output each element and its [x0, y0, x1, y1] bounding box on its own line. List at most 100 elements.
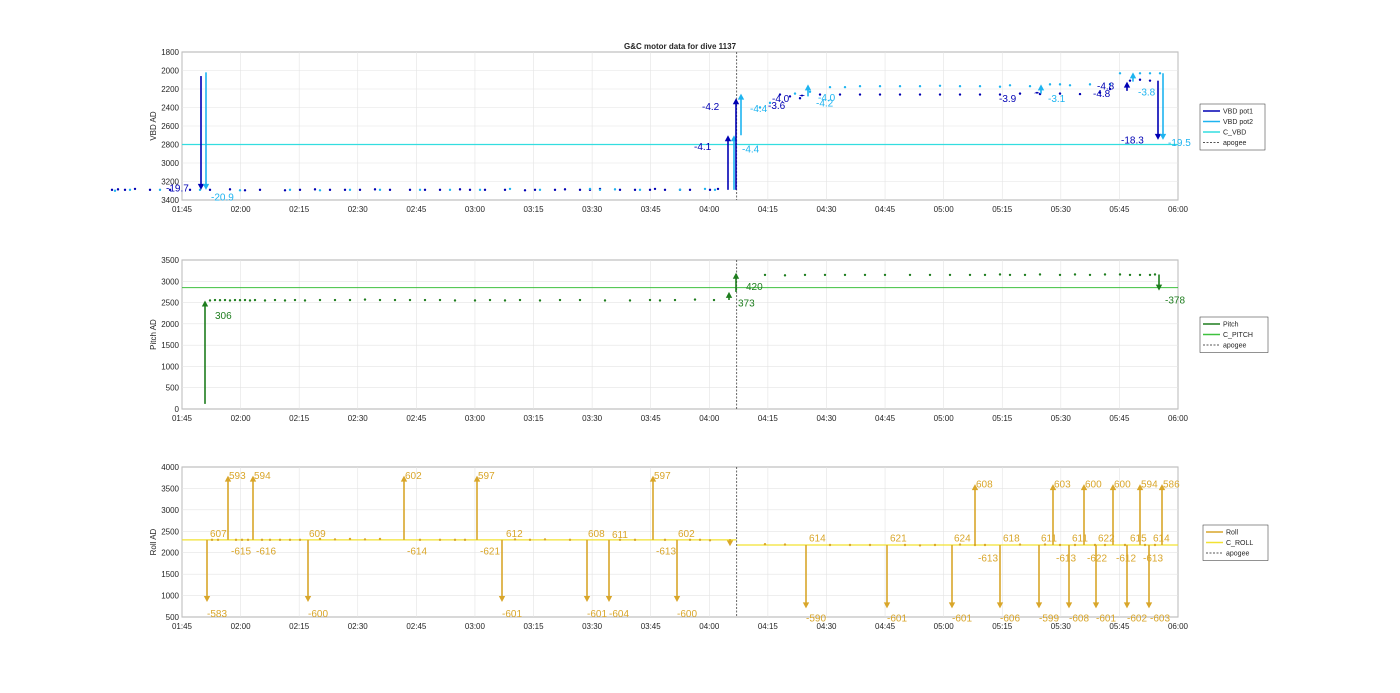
pitch-point	[1038, 273, 1042, 276]
move-annotation: -608	[1069, 613, 1089, 624]
pitch-point	[208, 299, 212, 302]
x-tick-label: 02:45	[406, 622, 427, 631]
pitch-point	[673, 298, 677, 302]
vbd-pot2-point	[318, 189, 322, 192]
y-tick-label: 0	[175, 405, 180, 414]
move-annotation: 594	[254, 471, 271, 482]
x-tick-label: 03:45	[641, 205, 662, 214]
move-annotation: -616	[256, 547, 276, 558]
x-tick-label: 02:00	[231, 414, 252, 423]
move-annotation: 373	[738, 298, 755, 309]
x-tick-label: 03:45	[641, 622, 662, 631]
pitch-point	[578, 298, 582, 302]
roll-point	[453, 538, 457, 542]
vbd-pot2-point	[678, 188, 682, 192]
y-tick-label: 3400	[161, 196, 179, 205]
legend-entry: apogee	[1223, 343, 1246, 350]
move-annotation: 614	[809, 534, 826, 545]
pitch-point	[238, 299, 242, 302]
vbd-pot2-point	[1088, 83, 1092, 86]
move-annotation: -615	[231, 547, 251, 558]
pitch-point	[628, 299, 632, 302]
move-annotation: -621	[480, 547, 500, 558]
vbd-pot2-point	[288, 188, 292, 192]
vbd-pot2-point	[588, 187, 592, 191]
vbd-pot1-point	[798, 97, 802, 100]
vbd-pot1-point	[533, 188, 537, 192]
roll-point	[708, 539, 712, 542]
vbd-pot1-point	[1128, 79, 1132, 82]
pitch-point	[263, 299, 267, 302]
x-tick-label: 01:45	[172, 205, 193, 214]
pitch-point	[1118, 273, 1122, 276]
move-annotation: -613	[656, 547, 676, 558]
move-annotation: 608	[588, 529, 605, 540]
move-annotation: -378	[1165, 296, 1185, 307]
move-annotation: 594	[1141, 480, 1158, 491]
vbd-pot2-point	[998, 85, 1002, 88]
vbd-pot1-point	[503, 188, 507, 192]
vbd-pot1-point	[958, 93, 962, 96]
vbd-pot2-point	[938, 84, 942, 87]
vbd-pot2-point	[958, 85, 962, 88]
move-annotation: -3.9	[999, 94, 1017, 105]
pitch-point	[228, 299, 232, 302]
move-annotation: -602	[1127, 613, 1147, 624]
y-tick-label: 2400	[161, 104, 179, 113]
pitch-point	[283, 299, 287, 302]
x-tick-label: 02:30	[348, 622, 369, 631]
roll-point	[333, 538, 337, 541]
pitch-point	[503, 299, 507, 302]
move-annotation: 600	[1085, 480, 1102, 491]
move-annotation: -601	[952, 613, 972, 624]
x-tick-label: 05:00	[934, 414, 955, 423]
vbd-pot1-point	[553, 188, 557, 192]
vbd-pot2-point	[1008, 84, 1012, 87]
pitch-point	[233, 298, 237, 302]
roll-point	[663, 538, 667, 542]
y-tick-label: 500	[166, 613, 180, 622]
x-tick-label: 03:15	[524, 414, 545, 423]
roll-point	[363, 538, 367, 541]
x-tick-label: 04:00	[699, 205, 720, 214]
move-annotation: -4.2	[816, 98, 834, 109]
roll-point	[543, 538, 547, 541]
move-annotation: 306	[215, 311, 232, 322]
pitch-point	[712, 298, 716, 302]
legend: Pitch C_PITCHapogee	[1199, 316, 1269, 353]
vbd-pot1-point	[188, 188, 192, 192]
x-tick-label: 06:00	[1168, 622, 1189, 631]
vbd-pot1-point	[423, 188, 427, 192]
vbd-pot1-point	[243, 189, 247, 192]
vbd-pot2-point	[238, 189, 242, 192]
move-annotation: 608	[976, 480, 993, 491]
x-tick-label: 01:45	[172, 414, 193, 423]
x-tick-label: 05:00	[934, 205, 955, 214]
move-annotation: -603	[1150, 613, 1170, 624]
vbd-pot2-point	[808, 90, 812, 93]
y-tick-label: 3000	[161, 277, 179, 286]
x-tick-label: 05:45	[1109, 205, 1130, 214]
vbd-pot2-point	[348, 188, 352, 192]
pitch-point	[558, 298, 562, 302]
legend: VBD pot1 VBD pot2 C_VBDapogee	[1199, 103, 1266, 151]
roll-point	[278, 538, 282, 542]
vbd-pot2-point	[1118, 72, 1122, 75]
pitch-point	[273, 298, 277, 302]
y-axis-label: Roll AD	[149, 528, 158, 555]
move-annotation: -4.8	[1093, 89, 1111, 100]
roll-point	[463, 538, 467, 542]
x-tick-label: 04:00	[699, 622, 720, 631]
x-tick-label: 04:00	[699, 414, 720, 423]
vbd-pot2-point	[1158, 72, 1162, 75]
roll-point	[418, 538, 422, 542]
y-tick-label: 2000	[161, 549, 179, 558]
pitch-point	[1058, 273, 1062, 277]
plot-area	[181, 466, 1179, 618]
figure: G&C motor data for dive 1137 01:45 02:00 0…	[110, 42, 1269, 631]
pitch-point	[473, 299, 477, 302]
x-tick-label: 05:15	[992, 414, 1013, 423]
move-annotation: 615	[1130, 534, 1147, 545]
pitch-point	[438, 298, 442, 302]
legend-entry: C_VBD	[1223, 130, 1246, 137]
